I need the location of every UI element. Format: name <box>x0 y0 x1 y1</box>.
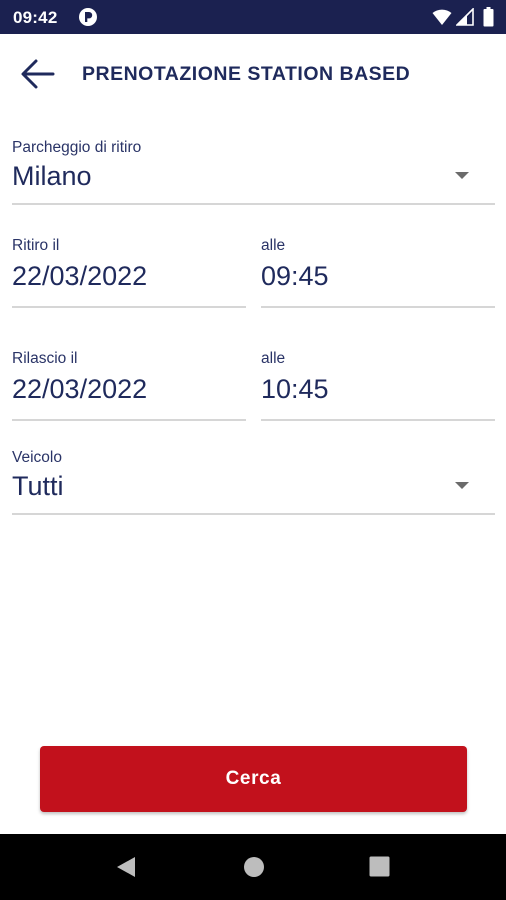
vehicle-select[interactable]: Veicolo Tutti <box>12 446 495 515</box>
status-time: 09:42 <box>13 8 58 27</box>
chevron-down-icon[interactable] <box>454 171 470 181</box>
pickup-parking-label: Parcheggio di ritiro <box>12 139 142 156</box>
pickup-date-value: 22/03/2022 <box>12 261 148 291</box>
pickup-date-field[interactable]: Ritiro il 22/03/2022 <box>12 234 246 308</box>
return-date-field[interactable]: Rilascio il 22/03/2022 <box>12 347 246 421</box>
app-bar: PRENOTAZIONE STATION BASED <box>0 34 506 116</box>
return-time-value: 10:45 <box>261 374 329 404</box>
return-date-label: Rilascio il <box>12 350 78 367</box>
navigation-bar <box>0 834 506 900</box>
return-date-value: 22/03/2022 <box>12 374 148 404</box>
nav-back-icon[interactable] <box>115 856 137 878</box>
search-button[interactable]: Cerca <box>40 746 467 812</box>
wifi-icon <box>432 9 452 25</box>
return-time-label: alle <box>261 350 286 367</box>
nav-home-icon[interactable] <box>243 856 265 878</box>
signal-icon <box>456 8 474 26</box>
nav-recent-icon[interactable] <box>369 856 390 877</box>
pickup-time-label: alle <box>261 237 286 254</box>
pickup-date-label: Ritiro il <box>12 237 60 254</box>
vehicle-value: Tutti <box>12 471 64 501</box>
status-bar: 09:42 <box>0 0 506 34</box>
pickup-parking-value: Milano <box>12 161 92 191</box>
notification-icon <box>79 8 97 26</box>
return-time-field[interactable]: alle 10:45 <box>261 347 495 421</box>
battery-icon <box>483 7 494 27</box>
chevron-down-icon[interactable] <box>454 481 470 491</box>
page-title: PRENOTAZIONE STATION BASED <box>82 63 411 85</box>
pickup-time-value: 09:45 <box>261 261 329 291</box>
arrow-back-icon[interactable] <box>18 56 58 92</box>
pickup-parking-select[interactable]: Parcheggio di ritiro Milano <box>12 136 495 205</box>
pickup-time-field[interactable]: alle 09:45 <box>261 234 495 308</box>
vehicle-label: Veicolo <box>12 449 62 466</box>
